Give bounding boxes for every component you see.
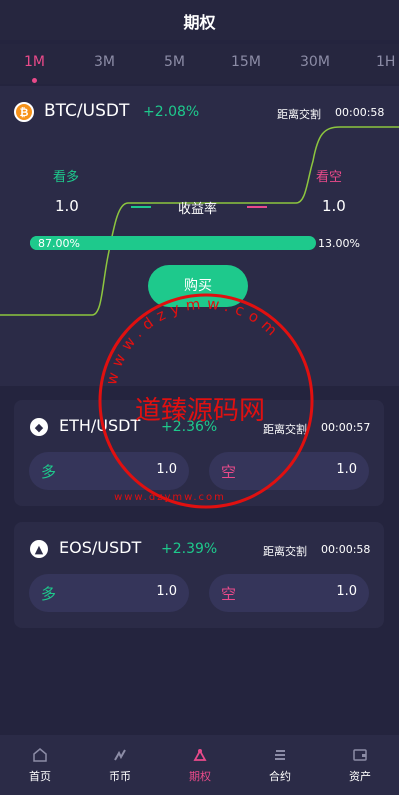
home-icon <box>33 748 47 762</box>
short-order-button[interactable]: 空 1.0 <box>209 452 369 490</box>
page-title: 期权 <box>183 13 216 32</box>
active-tab-indicator <box>32 78 37 83</box>
nav-exchange[interactable]: 币币 <box>80 735 160 795</box>
long-order-button[interactable]: 多 1.0 <box>29 452 189 490</box>
long-amount: 1.0 <box>156 462 177 477</box>
exchange-icon <box>114 749 126 761</box>
nav-label: 首页 <box>29 770 51 783</box>
countdown-label: 距离交割 <box>263 423 307 436</box>
short-amount: 1.0 <box>336 462 357 477</box>
pair-name: EOS/USDT <box>59 538 142 557</box>
short-label: 空 <box>221 463 237 481</box>
countdown-timer: 00:00:58 <box>335 106 385 119</box>
nav-options[interactable]: 期权 <box>160 735 240 795</box>
short-legend-line <box>247 206 267 208</box>
pair-name: ETH/USDT <box>59 416 141 435</box>
options-icon <box>193 749 207 761</box>
tab-1h[interactable]: 1H <box>376 54 395 70</box>
price-change: +2.36% <box>161 419 218 435</box>
tab-15m[interactable]: 15M <box>231 54 261 70</box>
period-tabs: 1M 3M 5M 15M 30M 1H <box>0 44 399 84</box>
nav-assets[interactable]: 资产 <box>320 735 399 795</box>
eth-icon: ◆ <box>30 418 48 436</box>
long-legend-line <box>131 206 151 208</box>
yield-label: 收益率 <box>178 202 218 217</box>
tab-30m[interactable]: 30M <box>300 54 330 70</box>
nav-contract[interactable]: 合约 <box>240 735 320 795</box>
long-label: 多 <box>41 585 57 603</box>
price-change: +2.08% <box>143 104 200 120</box>
short-value: 1.0 <box>322 197 346 215</box>
option-card-eth: ◆ ETH/USDT +2.36% 距离交割 00:00:57 多 1.0 空 … <box>14 400 384 506</box>
price-change: +2.39% <box>161 541 218 557</box>
countdown-timer: 00:00:57 <box>321 421 371 434</box>
short-amount: 1.0 <box>336 584 357 599</box>
nav-home[interactable]: 首页 <box>0 735 80 795</box>
buy-button[interactable]: 购买 <box>148 265 248 307</box>
short-ratio: 13.00% <box>318 237 360 250</box>
countdown-label: 距离交割 <box>263 545 307 558</box>
btc-icon: ₿ <box>14 102 34 122</box>
contract-icon <box>275 750 285 760</box>
long-order-button[interactable]: 多 1.0 <box>29 574 189 612</box>
short-label: 空 <box>221 585 237 603</box>
short-label: 看空 <box>316 170 343 185</box>
tab-1m[interactable]: 1M <box>24 54 45 70</box>
long-ratio: 87.00% <box>38 237 80 250</box>
long-label: 多 <box>41 463 57 481</box>
nav-label: 币币 <box>109 770 131 783</box>
bottom-nav: 首页 币币 期权 合约 资产 <box>0 735 399 795</box>
long-label: 看多 <box>53 170 80 185</box>
header: 期权 <box>0 0 399 40</box>
wallet-icon <box>353 749 367 761</box>
countdown-label: 距离交割 <box>277 108 321 121</box>
countdown-timer: 00:00:58 <box>321 543 371 556</box>
tab-3m[interactable]: 3M <box>94 54 115 70</box>
nav-label: 期权 <box>189 770 211 783</box>
main-option-card: ₿ BTC/USDT +2.08% 距离交割 00:00:58 看多 看空 1.… <box>0 86 399 386</box>
tab-5m[interactable]: 5M <box>164 54 185 70</box>
long-value: 1.0 <box>55 197 79 215</box>
option-card-eos: ▲ EOS/USDT +2.39% 距离交割 00:00:58 多 1.0 空 … <box>14 522 384 628</box>
nav-label: 合约 <box>269 770 291 783</box>
short-order-button[interactable]: 空 1.0 <box>209 574 369 612</box>
pair-name: BTC/USDT <box>44 101 130 121</box>
long-amount: 1.0 <box>156 584 177 599</box>
eos-icon: ▲ <box>30 540 48 558</box>
nav-label: 资产 <box>349 770 371 783</box>
